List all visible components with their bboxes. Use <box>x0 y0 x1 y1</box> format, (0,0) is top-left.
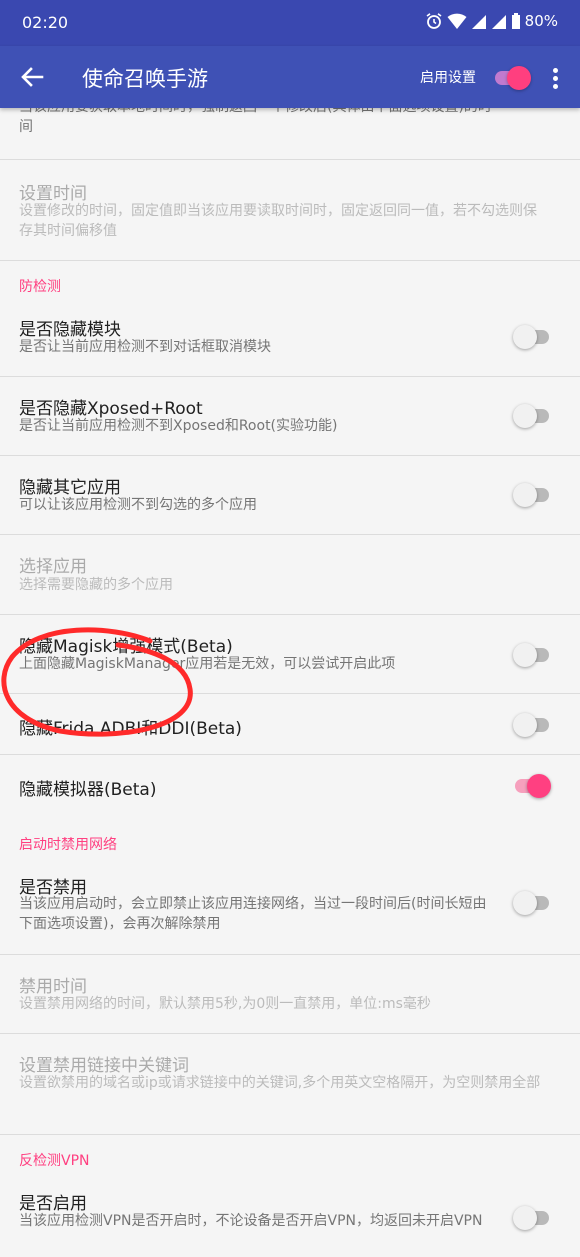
hide-magisk-switch[interactable] <box>513 643 551 667</box>
status-time: 02:20 <box>22 13 69 32</box>
signal-icon-2 <box>491 15 506 29</box>
status-bar: 02:20 80% <box>0 0 580 46</box>
hide-other-apps-switch[interactable] <box>513 483 551 507</box>
disable-network-switch[interactable] <box>513 891 551 915</box>
item-subtitle: 上面隐藏MagiskManager应用若是无效，可以尝试开启此项 <box>19 656 396 672</box>
item-title: 隐藏模拟器(Beta) <box>19 780 157 800</box>
hide-frida-switch[interactable] <box>513 713 551 737</box>
enable-settings-switch[interactable] <box>493 66 533 90</box>
alarm-icon <box>426 13 442 29</box>
list-item-hide-xposed-root[interactable]: 是否隐藏Xposed+Root 是否让当前应用检测不到Xposed和Root(实… <box>0 377 580 456</box>
list-item-time-override[interactable]: 当该应用要获取本地时间时，强制返回一个修改后(具体由下面选项设置)的时间 <box>0 108 580 160</box>
battery-level: 80% <box>524 12 558 30</box>
item-subtitle: 可以让该应用检测不到勾选的多个应用 <box>19 497 257 513</box>
enable-settings-label: 启用设置 <box>420 70 476 86</box>
list-item-hide-magisk[interactable]: 隐藏Magisk增强模式(Beta) 上面隐藏MagiskManager应用若是… <box>0 615 580 694</box>
status-icons: 80% <box>425 12 558 30</box>
anti-vpn-switch[interactable] <box>513 1206 551 1230</box>
category-anti-detect: 防检测 <box>19 279 61 295</box>
wifi-icon <box>447 13 467 29</box>
item-subtitle: 设置修改的时间，固定值即当该应用要读取时间时，固定返回同一值，若不勾选则保存其时… <box>19 203 537 239</box>
app-bar: 使命召唤手游 启用设置 <box>0 46 580 108</box>
list-item-select-apps[interactable]: 选择应用 选择需要隐藏的多个应用 <box>0 535 580 615</box>
list-item-anti-vpn[interactable]: 是否启用 当该应用检测VPN是否开启时，不论设备是否开启VPN，均返回未开启VP… <box>0 1172 580 1257</box>
list-item-hide-frida[interactable]: 隐藏Frida,ADBI和DDI(Beta) <box>0 694 580 755</box>
back-arrow-icon[interactable] <box>18 63 46 91</box>
category-anti-vpn: 反检测VPN <box>19 1153 90 1169</box>
item-subtitle: 是否让当前应用检测不到对话框取消模块 <box>19 339 271 355</box>
hide-xposed-root-switch[interactable] <box>513 404 551 428</box>
item-title: 隐藏Frida,ADBI和DDI(Beta) <box>19 719 242 739</box>
category-network-block: 启动时禁用网络 <box>19 837 117 853</box>
item-subtitle: 选择需要隐藏的多个应用 <box>19 577 173 593</box>
hide-emulator-switch[interactable] <box>513 774 551 798</box>
item-subtitle: 设置欲禁用的域名或ip或请求链接中的关键词,多个用英文空格隔开，为空则禁用全部 <box>19 1075 541 1091</box>
list-item-hide-emulator[interactable]: 隐藏模拟器(Beta) <box>0 755 580 820</box>
item-subtitle: 当该应用检测VPN是否开启时，不论设备是否开启VPN，均返回未开启VPN <box>19 1213 483 1229</box>
switch-thumb <box>507 66 531 90</box>
list-item-set-time[interactable]: 设置时间 设置修改的时间，固定值即当该应用要读取时间时，固定返回同一值，若不勾选… <box>0 160 580 261</box>
signal-icon <box>471 15 486 29</box>
hide-module-switch[interactable] <box>513 325 551 349</box>
item-subtitle: 设置禁用网络的时间，默认禁用5秒,为0则一直禁用，单位:ms毫秒 <box>19 996 431 1012</box>
list-item-hide-other-apps[interactable]: 隐藏其它应用 可以让该应用检测不到勾选的多个应用 <box>0 456 580 535</box>
item-title: 选择应用 <box>19 557 87 577</box>
item-subtitle: 当该应用要获取本地时间时，强制返回一个修改后(具体由下面选项设置)的时间 <box>19 108 492 135</box>
list-item-disable-network[interactable]: 是否禁用 当该应用启动时，会立即禁止该应用连接网络，当过一段时间后(时间长短由下… <box>0 856 580 955</box>
settings-list[interactable]: 当该应用要获取本地时间时，强制返回一个修改后(具体由下面选项设置)的时间 设置时… <box>0 108 580 1257</box>
list-item-hide-module[interactable]: 是否隐藏模块 是否让当前应用检测不到对话框取消模块 <box>0 298 580 377</box>
list-item-disable-keywords[interactable]: 设置禁用链接中关键词 设置欲禁用的域名或ip或请求链接中的关键词,多个用英文空格… <box>0 1034 580 1135</box>
page-title: 使命召唤手游 <box>82 67 208 91</box>
list-item-disable-duration[interactable]: 禁用时间 设置禁用网络的时间，默认禁用5秒,为0则一直禁用，单位:ms毫秒 <box>0 955 580 1034</box>
item-subtitle: 当该应用启动时，会立即禁止该应用连接网络，当过一段时间后(时间长短由下面选项设置… <box>19 896 487 932</box>
item-subtitle: 是否让当前应用检测不到Xposed和Root(实验功能) <box>19 418 338 434</box>
battery-icon <box>511 13 520 29</box>
more-options-icon[interactable] <box>546 66 566 90</box>
